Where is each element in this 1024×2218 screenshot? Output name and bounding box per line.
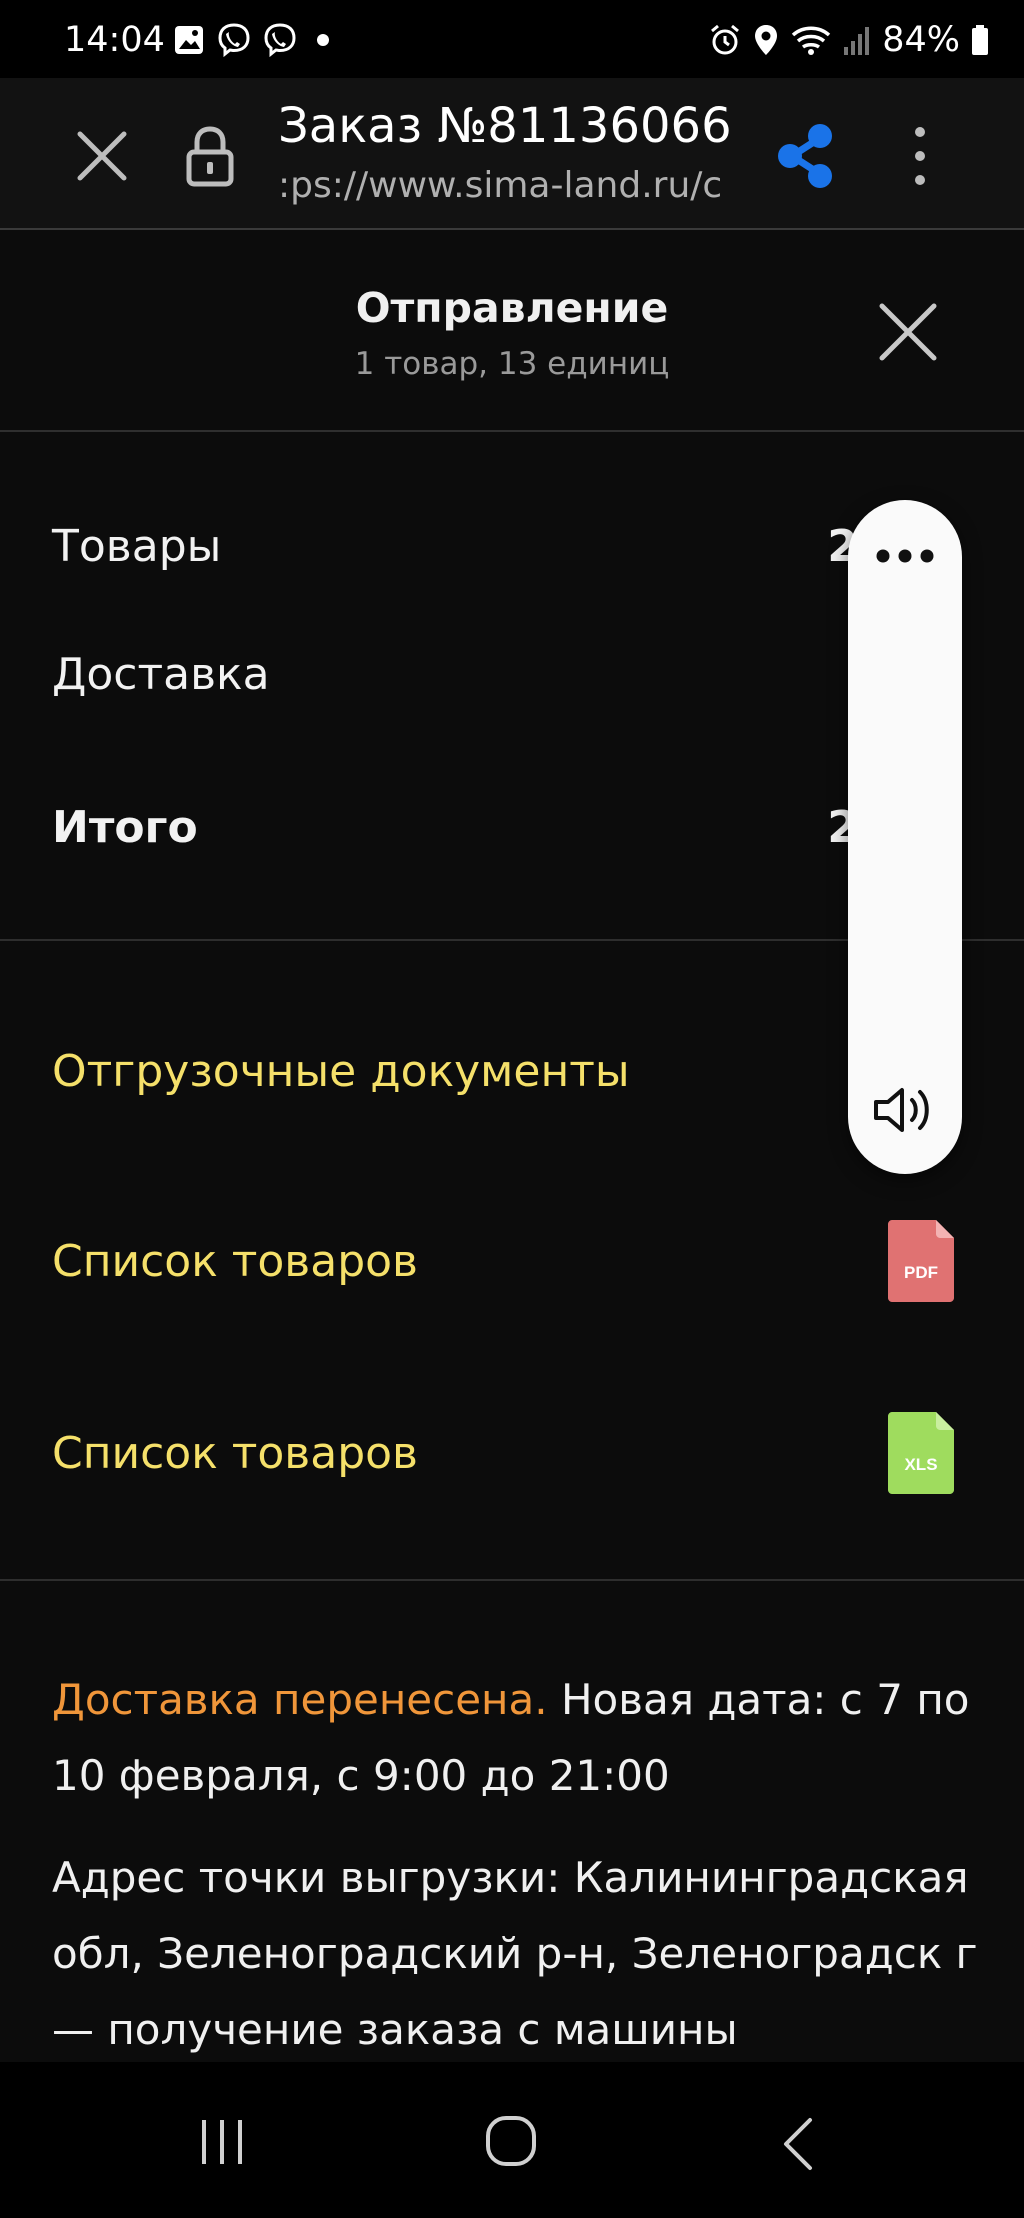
items-list-xls-link[interactable]: Список товаров [52, 1424, 418, 1484]
delivery-reschedule-info: Доставка перенесена. Новая дата: с 7 по … [52, 1662, 982, 1814]
delivery-label: Доставка [52, 649, 270, 700]
signal-icon [844, 27, 870, 55]
page-title[interactable]: Заказ №81136066 [278, 96, 732, 156]
shipment-subtitle: 1 товар, 13 единиц [354, 346, 670, 382]
pdf-file-icon[interactable]: PDF [888, 1220, 954, 1302]
status-time: 14:04 [64, 20, 165, 60]
close-sheet-icon[interactable] [876, 300, 940, 364]
viber-icon [218, 23, 250, 58]
viber-icon [264, 23, 296, 58]
summary-total-row: Итого 2 [52, 798, 972, 858]
more-options-icon[interactable] [900, 120, 940, 192]
battery-percentage: 84% [882, 20, 960, 60]
total-label: Итого [52, 802, 198, 853]
lock-icon[interactable] [180, 122, 240, 190]
unloading-address: Адрес точки выгрузки: Калининградская об… [52, 1853, 978, 2054]
status-notification-icons [172, 22, 338, 58]
floating-side-panel[interactable] [848, 500, 962, 1174]
xls-badge: XLS [904, 1455, 937, 1474]
recent-apps-icon[interactable] [196, 2116, 248, 2168]
wifi-icon [792, 26, 831, 55]
goods-label: Товары [52, 521, 222, 572]
xls-file-icon[interactable]: XLS [888, 1412, 954, 1494]
shipping-documents-link[interactable]: Отгрузочные документы [52, 1042, 630, 1102]
more-dots-icon[interactable] [874, 546, 936, 566]
alarm-icon [711, 24, 740, 55]
browser-toolbar: Заказ №81136066 :ps://www.sima-land.ru/c [0, 78, 1024, 230]
divider [0, 1579, 1024, 1581]
page-url[interactable]: :ps://www.sima-land.ru/c [278, 164, 728, 208]
home-icon[interactable] [484, 2114, 538, 2168]
location-icon [755, 25, 778, 55]
items-list-pdf-link[interactable]: Список товаров [52, 1232, 418, 1292]
back-icon[interactable] [780, 2116, 816, 2172]
summary-goods-row: Товары 2 [52, 517, 972, 577]
pdf-badge: PDF [904, 1263, 938, 1282]
status-bar: 14:04 84% [0, 0, 1024, 78]
system-navigation-bar [0, 2062, 1024, 2218]
delivery-rescheduled-status: Доставка перенесена. [52, 1675, 548, 1724]
gallery-icon [175, 26, 203, 54]
battery-icon [972, 25, 988, 55]
close-tab-icon[interactable] [70, 124, 134, 188]
share-icon[interactable] [774, 120, 838, 192]
volume-icon[interactable] [870, 1080, 940, 1140]
notification-dot-icon [317, 34, 329, 46]
shipment-title: Отправление [355, 284, 669, 332]
shipment-header: Отправление 1 товар, 13 единиц [0, 230, 1024, 432]
summary-delivery-row: Доставка [52, 645, 972, 705]
status-system-icons: 84% [708, 18, 990, 62]
